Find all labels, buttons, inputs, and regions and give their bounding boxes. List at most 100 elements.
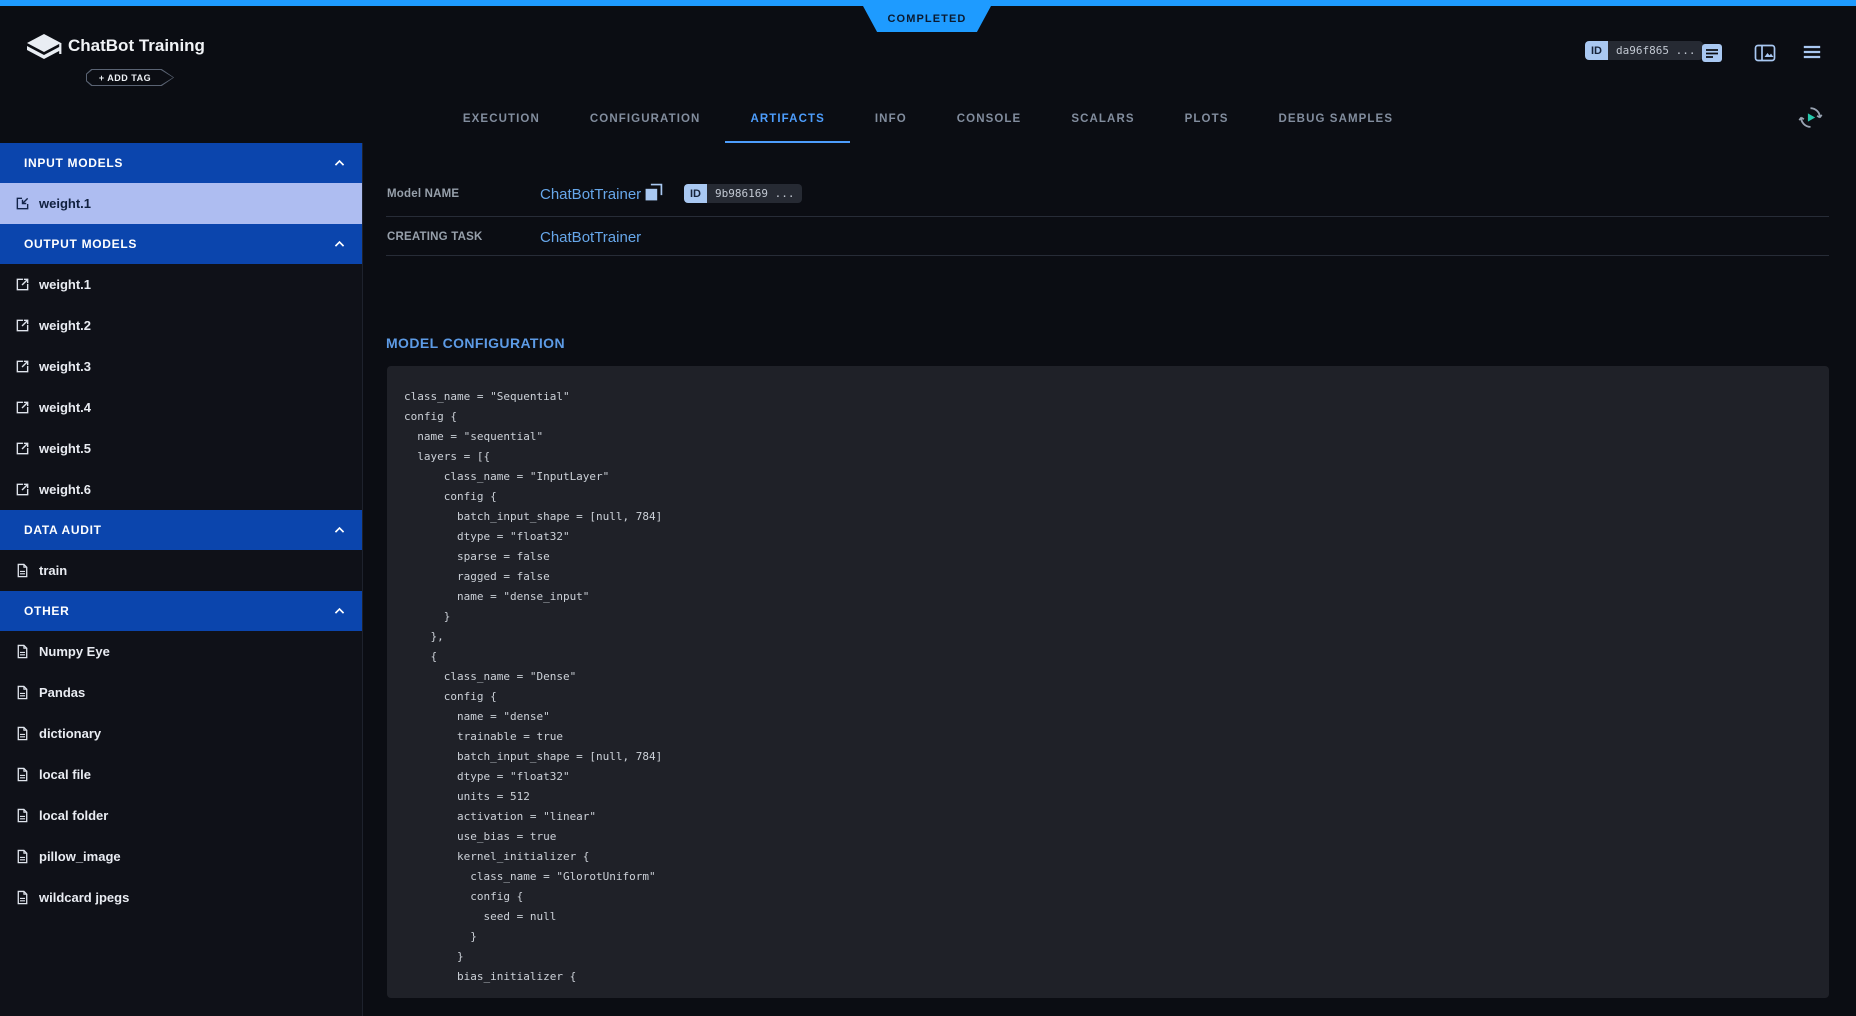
artifacts-sidebar: INPUT MODELS weight.1 OUTPUT MODELS weig…: [0, 143, 363, 1016]
section-title: OUTPUT MODELS: [24, 237, 333, 251]
sidebar-item-numpy-eye[interactable]: Numpy Eye: [0, 631, 362, 672]
copy-icon[interactable]: [644, 183, 663, 202]
app-logo-icon: [25, 33, 63, 63]
item-label: Pandas: [39, 685, 85, 700]
item-label: weight.1: [39, 277, 91, 292]
add-tag-label: + ADD TAG: [87, 70, 173, 85]
sidebar-item-pillow-image[interactable]: pillow_image: [0, 836, 362, 877]
item-label: train: [39, 563, 67, 578]
item-label: local file: [39, 767, 91, 782]
output-model-icon: [15, 441, 30, 456]
chevron-up-icon[interactable]: [333, 157, 346, 170]
sidebar-item-weight-5[interactable]: weight.5: [0, 428, 362, 469]
model-id-badge[interactable]: ID 9b986169 ...: [684, 184, 802, 203]
output-model-icon: [15, 359, 30, 374]
tab-label: SCALARS: [1071, 113, 1134, 125]
output-model-icon: [15, 277, 30, 292]
layout-preview-icon[interactable]: [1754, 42, 1776, 64]
chevron-up-icon[interactable]: [333, 605, 346, 618]
item-label: wildcard jpegs: [39, 890, 129, 905]
tab-label: INFO: [875, 113, 907, 125]
document-icon: [15, 563, 30, 578]
chevron-up-icon[interactable]: [333, 524, 346, 537]
divider: [386, 216, 1829, 217]
item-label: weight.3: [39, 359, 91, 374]
tab-console[interactable]: CONSOLE: [932, 96, 1047, 143]
tab-label: ARTIFACTS: [750, 113, 824, 125]
document-icon: [15, 644, 30, 659]
tab-execution[interactable]: EXECUTION: [438, 96, 565, 143]
document-icon: [15, 685, 30, 700]
sidebar-section-data-audit[interactable]: DATA AUDIT: [0, 510, 362, 550]
output-model-icon: [15, 400, 30, 415]
creating-task-link[interactable]: ChatBotTrainer: [540, 229, 641, 246]
sidebar-item-weight-6[interactable]: weight.6: [0, 469, 362, 510]
item-label: local folder: [39, 808, 108, 823]
section-title: DATA AUDIT: [24, 523, 333, 537]
section-title: INPUT MODELS: [24, 156, 333, 170]
sidebar-item-weight-2[interactable]: weight.2: [0, 305, 362, 346]
id-badge-value: da96f865 ...: [1608, 41, 1703, 60]
sidebar-item-weight-4[interactable]: weight.4: [0, 387, 362, 428]
status-strip: [0, 0, 1856, 6]
item-label: pillow_image: [39, 849, 121, 864]
model-configuration-code: class_name = "Sequential" config { name …: [387, 366, 1829, 998]
section-title: OTHER: [24, 604, 333, 618]
id-badge-value: 9b986169 ...: [707, 184, 802, 203]
output-model-icon: [15, 482, 30, 497]
document-icon: [15, 808, 30, 823]
app-window: COMPLETED ChatBot Training + ADD TAG ID …: [0, 0, 1856, 1016]
tab-bar: EXECUTION CONFIGURATION ARTIFACTS INFO C…: [0, 96, 1856, 143]
add-tag-button[interactable]: + ADD TAG: [86, 69, 174, 86]
refresh-icon[interactable]: [1798, 105, 1823, 130]
creating-task-label: CREATING TASK: [387, 231, 482, 243]
tab-scalars[interactable]: SCALARS: [1046, 96, 1159, 143]
tab-plots[interactable]: PLOTS: [1160, 96, 1254, 143]
item-label: weight.5: [39, 441, 91, 456]
model-name-label: Model NAME: [387, 188, 459, 200]
item-label: dictionary: [39, 726, 101, 741]
sidebar-item-wildcard-jpegs[interactable]: wildcard jpegs: [0, 877, 362, 918]
document-icon: [15, 767, 30, 782]
document-icon: [15, 849, 30, 864]
menu-icon[interactable]: [1802, 42, 1822, 62]
sidebar-item-weight-1-input[interactable]: weight.1: [0, 183, 362, 224]
item-label: weight.6: [39, 482, 91, 497]
sidebar-item-train[interactable]: train: [0, 550, 362, 591]
tab-info[interactable]: INFO: [850, 96, 932, 143]
item-label: weight.4: [39, 400, 91, 415]
code-text: class_name = "Sequential" config { name …: [404, 387, 1809, 987]
sidebar-item-local-folder[interactable]: local folder: [0, 795, 362, 836]
sidebar-item-pandas[interactable]: Pandas: [0, 672, 362, 713]
tab-configuration[interactable]: CONFIGURATION: [565, 96, 726, 143]
sidebar-section-output-models[interactable]: OUTPUT MODELS: [0, 224, 362, 264]
sidebar-item-weight-1[interactable]: weight.1: [0, 264, 362, 305]
tab-label: CONFIGURATION: [590, 113, 701, 125]
tab-debug-samples[interactable]: DEBUG SAMPLES: [1253, 96, 1418, 143]
divider: [386, 255, 1829, 256]
tab-artifacts[interactable]: ARTIFACTS: [725, 96, 849, 143]
sidebar-section-input-models[interactable]: INPUT MODELS: [0, 143, 362, 183]
sidebar-section-other[interactable]: OTHER: [0, 591, 362, 631]
model-name-value: ChatBotTrainer: [540, 186, 641, 203]
sidebar-item-local-file[interactable]: local file: [0, 754, 362, 795]
tab-label: PLOTS: [1185, 113, 1229, 125]
document-icon: [15, 890, 30, 905]
document-icon: [15, 726, 30, 741]
sidebar-item-weight-3[interactable]: weight.3: [0, 346, 362, 387]
experiment-id-badge[interactable]: ID da96f865 ...: [1585, 41, 1703, 60]
annotation-icon[interactable]: [1701, 42, 1723, 64]
sidebar-item-dictionary[interactable]: dictionary: [0, 713, 362, 754]
output-model-icon: [15, 318, 30, 333]
tab-label: CONSOLE: [957, 113, 1022, 125]
item-label: weight.1: [39, 196, 91, 211]
tab-label: DEBUG SAMPLES: [1278, 113, 1393, 125]
chevron-up-icon[interactable]: [333, 238, 346, 251]
item-label: Numpy Eye: [39, 644, 110, 659]
id-badge-label: ID: [1585, 41, 1608, 60]
model-configuration-heading: MODEL CONFIGURATION: [386, 335, 565, 351]
id-badge-label: ID: [684, 184, 707, 203]
status-badge: COMPLETED: [863, 6, 991, 32]
tab-label: EXECUTION: [463, 113, 540, 125]
item-label: weight.2: [39, 318, 91, 333]
